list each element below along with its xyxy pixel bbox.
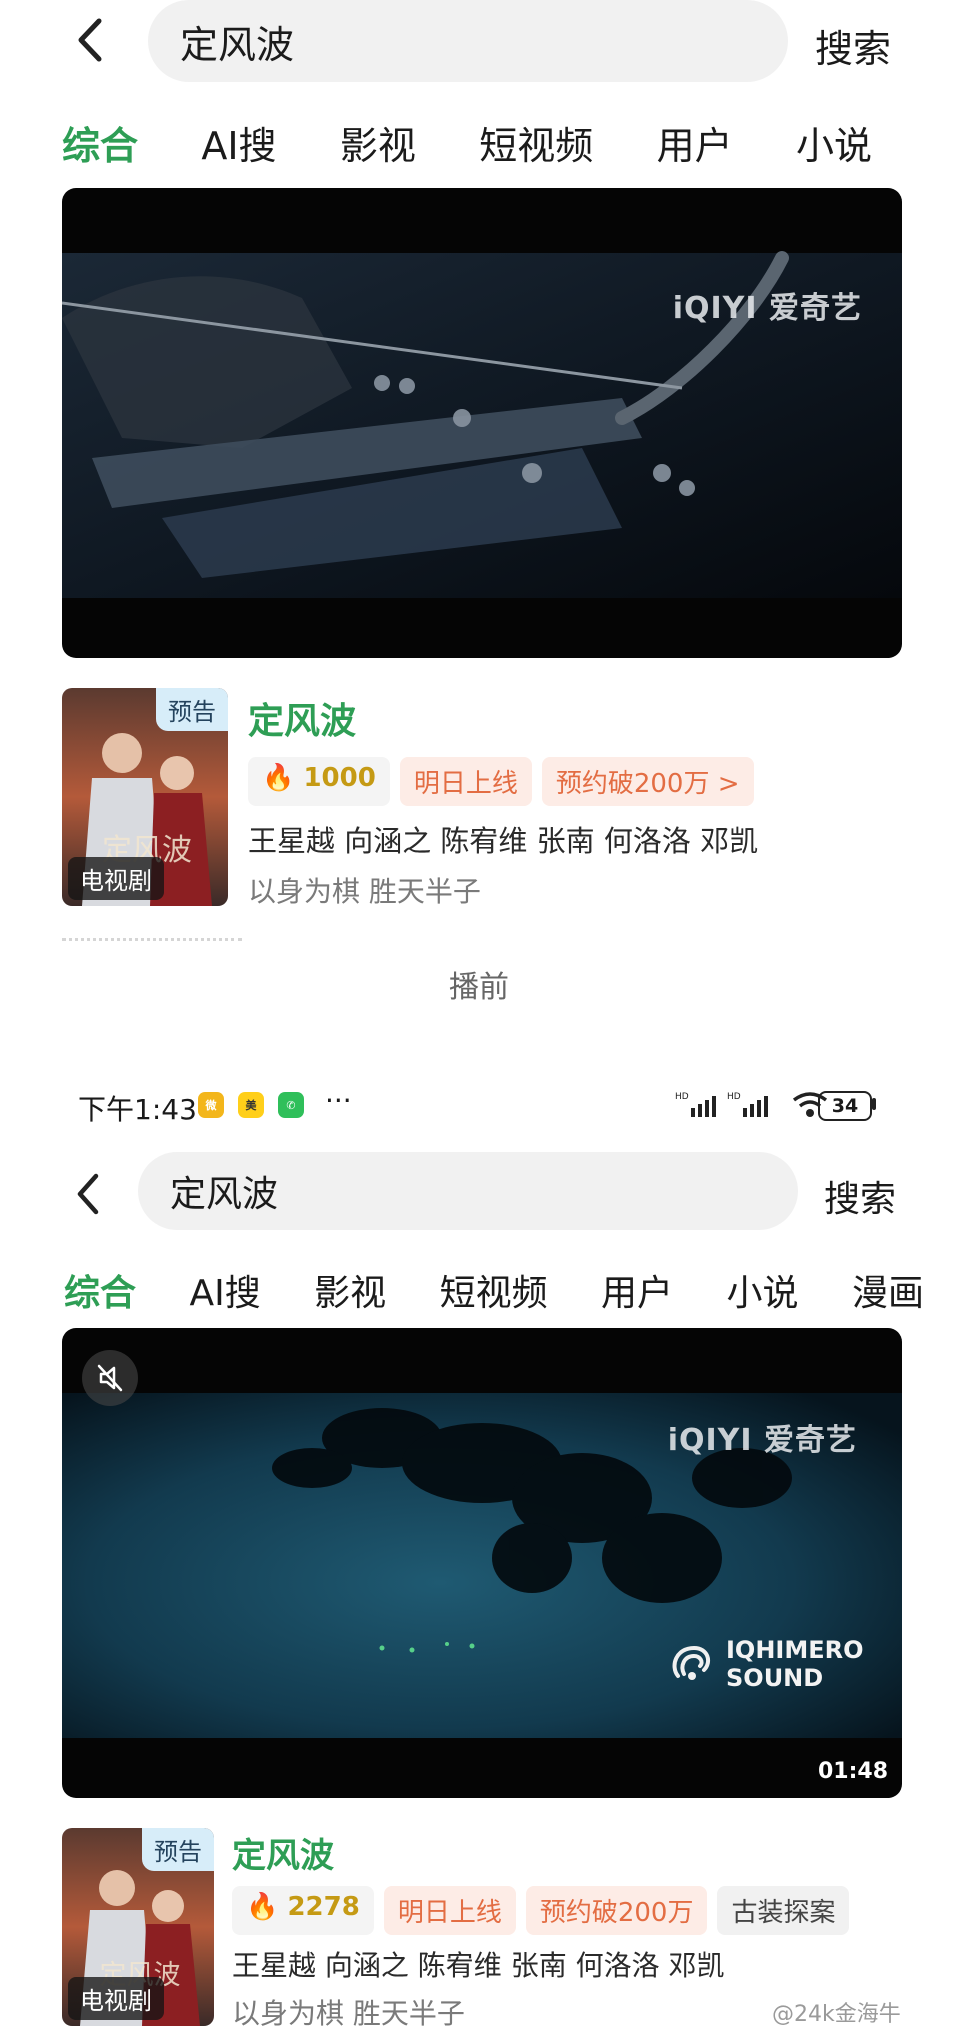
sound-wave-icon [672,1645,711,1680]
svg-text:HD: HD [727,1092,741,1102]
speaker-muted-icon [97,1364,123,1392]
sound-logo-line2: SOUND [726,1664,824,1692]
fire-icon: 🔥 [246,1892,279,1922]
wechat-icon: ✆ [278,1092,304,1118]
tab-bar-2: 综合 AI搜 影视 短视频 用户 小说 漫画 [64,1264,924,1316]
search-input-2[interactable]: 定风波 [138,1152,798,1230]
search-input[interactable]: 定风波 [148,0,788,82]
release-chip: 明日上线 [383,1886,516,1935]
poster[interactable]: 定风波 预告 电视剧 [62,688,228,906]
type-badge: 电视剧 [68,1977,164,2020]
search-query: 定风波 [170,1174,279,1215]
tab-all[interactable]: 综合 [64,1264,136,1316]
signal-icon: HD HD [675,1092,768,1117]
tagline: 以身为棋 胜天半子 [248,875,481,908]
tab-ai-search[interactable]: AI搜 [189,1264,260,1316]
cast-list: 王星越 向涵之 陈宥维 张南 何洛洛 邓凯 [248,824,759,858]
search-query: 定风波 [180,22,295,67]
genre-chip: 古装探案 [717,1886,850,1935]
reservation-chip[interactable]: 预约破200万 > [541,757,754,806]
reservation-chip[interactable]: 预约破200万 [525,1886,708,1935]
battery-icon: 34 [818,1091,872,1121]
battery-level: 34 [831,1095,859,1117]
back-button-2[interactable] [68,1166,108,1222]
iqiyi-watermark: iQIYI 爱奇艺 [672,291,862,326]
cast-list-2: 王星越 向涵之 陈宥维 张南 何洛洛 邓凯 [232,1949,725,1982]
tab-users[interactable]: 用户 [601,1264,673,1316]
weibo-icon: 微 [198,1092,224,1118]
iqiyi-watermark: iQIYI 爱奇艺 [667,1423,857,1458]
back-button[interactable] [70,12,110,68]
tab-all[interactable]: 综合 [62,115,138,170]
tab-short-video[interactable]: 短视频 [479,115,593,170]
trailer-badge: 预告 [142,1828,214,1871]
hidden-row-remnant [62,938,242,949]
tab-novels[interactable]: 小说 [727,1264,799,1316]
result-title[interactable]: 定风波 [248,692,356,744]
status-time: 下午1:43 [78,1093,197,1126]
video-player-2[interactable]: iQIYI 爱奇艺 IQHIMERO SOUND 01:48 [62,1328,902,1798]
battery-tip [872,1098,876,1110]
heat-value: 2278 [287,1892,360,1922]
sound-logo: IQHIMERO SOUND [668,1636,864,1692]
tab-film-tv[interactable]: 影视 [340,115,416,170]
tagline-2: 以身为棋 胜天半子 [232,1997,465,2030]
release-chip: 明日上线 [399,757,532,806]
tab-comics[interactable]: 漫画 [852,1264,924,1316]
tab-bar: 综合 AI搜 影视 短视频 用户 小说 [62,115,872,170]
trailer-badge: 预告 [156,688,228,731]
video-duration: 01:48 [817,1759,888,1784]
sound-logo-line1: IQHIMERO [726,1636,864,1664]
tab-ai-search[interactable]: AI搜 [201,115,276,170]
video-frame [62,1393,902,1738]
video-frame [62,251,902,598]
caption-before-release: 播前 [449,970,509,1005]
heat-chip: 🔥 2278 [232,1886,374,1935]
more-notifications: ··· [325,1084,352,1117]
search-button-2[interactable]: 搜索 [824,1170,896,1222]
mute-button[interactable] [82,1350,138,1406]
result-chips: 🔥 1000 明日上线 预约破200万 > [248,757,754,806]
tab-novels[interactable]: 小说 [796,115,872,170]
fire-icon: 🔥 [262,763,295,793]
type-badge: 电视剧 [68,857,164,900]
heat-value: 1000 [303,763,376,793]
watermark: @24k金海牛 [772,2002,901,2027]
heat-chip: 🔥 1000 [248,757,390,806]
search-button[interactable]: 搜索 [815,18,891,73]
tab-users[interactable]: 用户 [657,115,733,170]
result-chips-2: 🔥 2278 明日上线 预约破200万 古装探案 [232,1886,850,1935]
poster-2[interactable]: 定风波 预告 电视剧 [62,1828,214,2026]
video-player[interactable]: iQIYI 爱奇艺 [62,188,902,658]
svg-text:HD: HD [675,1092,689,1102]
tab-short-video[interactable]: 短视频 [440,1264,548,1316]
result-title-2[interactable]: 定风波 [232,1828,334,1877]
tab-film-tv[interactable]: 影视 [314,1264,386,1316]
chevron-left-icon [78,18,102,62]
chevron-left-icon [77,1173,99,1215]
meituan-icon: 美 [238,1092,264,1118]
